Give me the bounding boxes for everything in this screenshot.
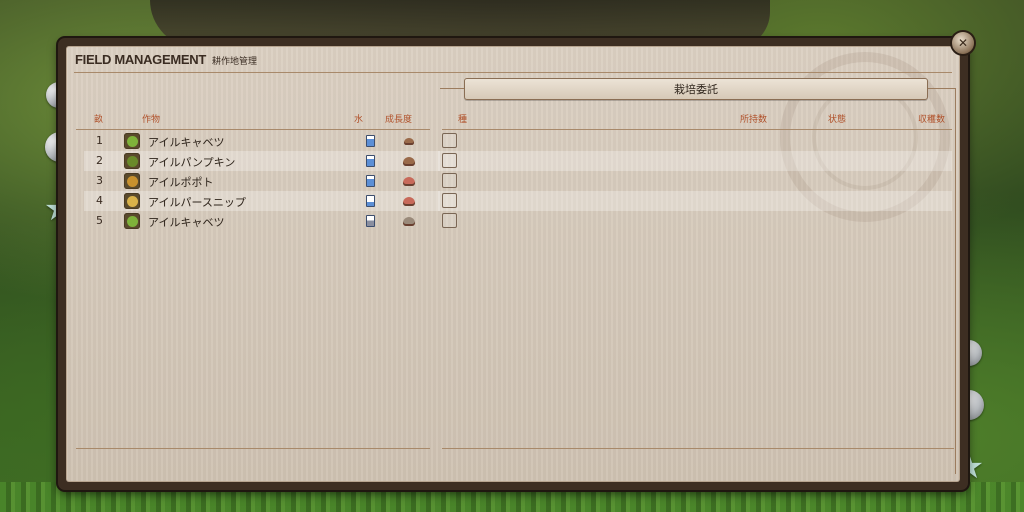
left-header-line <box>76 129 430 130</box>
field-row[interactable]: 3 アイルポポト <box>84 171 440 191</box>
header-seed: 種 <box>458 115 468 125</box>
header-status: 状態 <box>828 115 847 125</box>
field-row[interactable]: 4 アイルパースニップ <box>84 191 440 211</box>
seed-slot[interactable] <box>442 133 457 148</box>
crop-name: アイルキャベツ <box>148 136 225 149</box>
water-gauge-icon <box>366 215 375 227</box>
close-button[interactable]: ✕ <box>952 32 974 54</box>
growth-flower-icon <box>402 174 416 188</box>
row-number: 4 <box>96 194 103 207</box>
seed-row[interactable] <box>438 191 952 211</box>
pumpkin-icon <box>124 153 140 169</box>
header-bed: 畝 <box>94 115 104 125</box>
title-en: FIELD MANAGEMENT <box>75 52 206 67</box>
cabbage-icon <box>124 213 140 229</box>
water-gauge-icon <box>366 195 375 207</box>
header-water: 水 <box>354 115 364 125</box>
seed-slot[interactable] <box>442 153 457 168</box>
water-gauge-icon <box>366 175 375 187</box>
field-row[interactable]: 2 アイルパンプキン <box>84 151 440 171</box>
cabbage-icon <box>124 133 140 149</box>
row-number: 3 <box>96 174 103 187</box>
water-gauge-icon <box>366 155 375 167</box>
crop-name: アイルパースニップ <box>148 196 246 209</box>
right-header-line <box>442 129 952 130</box>
header-yield: 収穫数 <box>918 115 946 125</box>
potato-icon <box>124 173 140 189</box>
left-bottom-line <box>76 448 430 449</box>
field-row[interactable]: 1 アイルキャベツ <box>84 131 440 151</box>
left-pane-header: 畝 作物 水 成長度 <box>94 112 434 128</box>
parsnip-icon <box>124 193 140 209</box>
seed-slot[interactable] <box>442 213 457 228</box>
field-row[interactable]: 5 アイルキャベツ <box>84 211 440 231</box>
header-owned: 所持数 <box>740 115 768 125</box>
crop-name: アイルパンプキン <box>148 156 236 169</box>
seed-row[interactable] <box>438 151 952 171</box>
row-number: 1 <box>96 134 103 147</box>
title-divider <box>74 72 952 73</box>
title-jp: 耕作地管理 <box>211 57 257 67</box>
growth-flower-icon <box>402 194 416 208</box>
close-icon: ✕ <box>957 36 969 50</box>
window-title: FIELD MANAGEMENT 耕作地管理 <box>75 52 257 74</box>
row-number: 2 <box>96 154 103 167</box>
header-growth: 成長度 <box>385 115 413 125</box>
right-bottom-line <box>442 448 954 449</box>
field-management-window: FIELD MANAGEMENT 耕作地管理 畝 作物 水 成長度 1 アイルキ… <box>58 32 974 490</box>
row-number: 5 <box>96 214 103 227</box>
crop-name: アイルポポト <box>148 176 214 189</box>
seed-slot[interactable] <box>442 193 457 208</box>
seed-slot[interactable] <box>442 173 457 188</box>
growth-plant-icon <box>402 214 416 228</box>
header-crop: 作物 <box>142 115 161 125</box>
water-gauge-icon <box>366 135 375 147</box>
crop-name: アイルキャベツ <box>148 216 225 229</box>
seed-row[interactable] <box>438 211 952 231</box>
growth-sprout-icon <box>402 134 416 148</box>
seed-row[interactable] <box>438 171 952 191</box>
growth-plant-icon <box>402 154 416 168</box>
seed-row[interactable] <box>438 131 952 151</box>
window-body: FIELD MANAGEMENT 耕作地管理 畝 作物 水 成長度 1 アイルキ… <box>66 46 960 482</box>
commission-button[interactable]: 栽培委託 <box>464 78 928 100</box>
